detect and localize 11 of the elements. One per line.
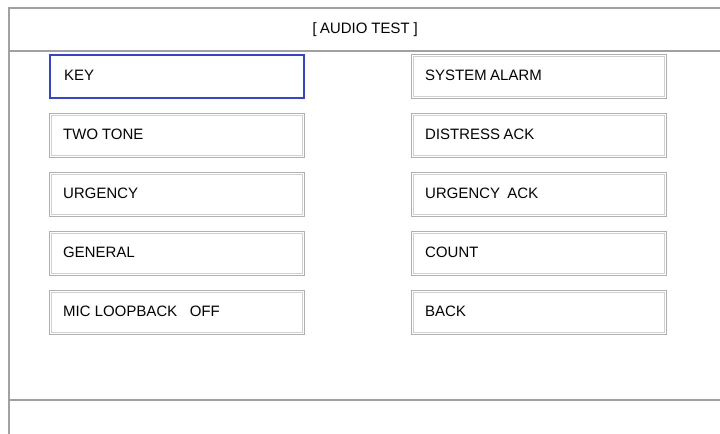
menu-button[interactable]: BACK: [411, 290, 667, 335]
screen-title: [ AUDIO TEST ]: [312, 19, 418, 40]
menu-button[interactable]: URGENCY ACK: [411, 172, 667, 217]
menu-button[interactable]: SYSTEM ALARM: [411, 54, 667, 99]
menu-button[interactable]: KEY: [49, 54, 305, 99]
menu-button[interactable]: COUNT: [411, 231, 667, 276]
menu-button[interactable]: TWO TONE: [49, 113, 305, 158]
menu-button[interactable]: MIC LOOPBACK OFF: [49, 290, 305, 335]
menu-button[interactable]: GENERAL: [49, 231, 305, 276]
menu-button[interactable]: DISTRESS ACK: [411, 113, 667, 158]
menu-button[interactable]: URGENCY: [49, 172, 305, 217]
